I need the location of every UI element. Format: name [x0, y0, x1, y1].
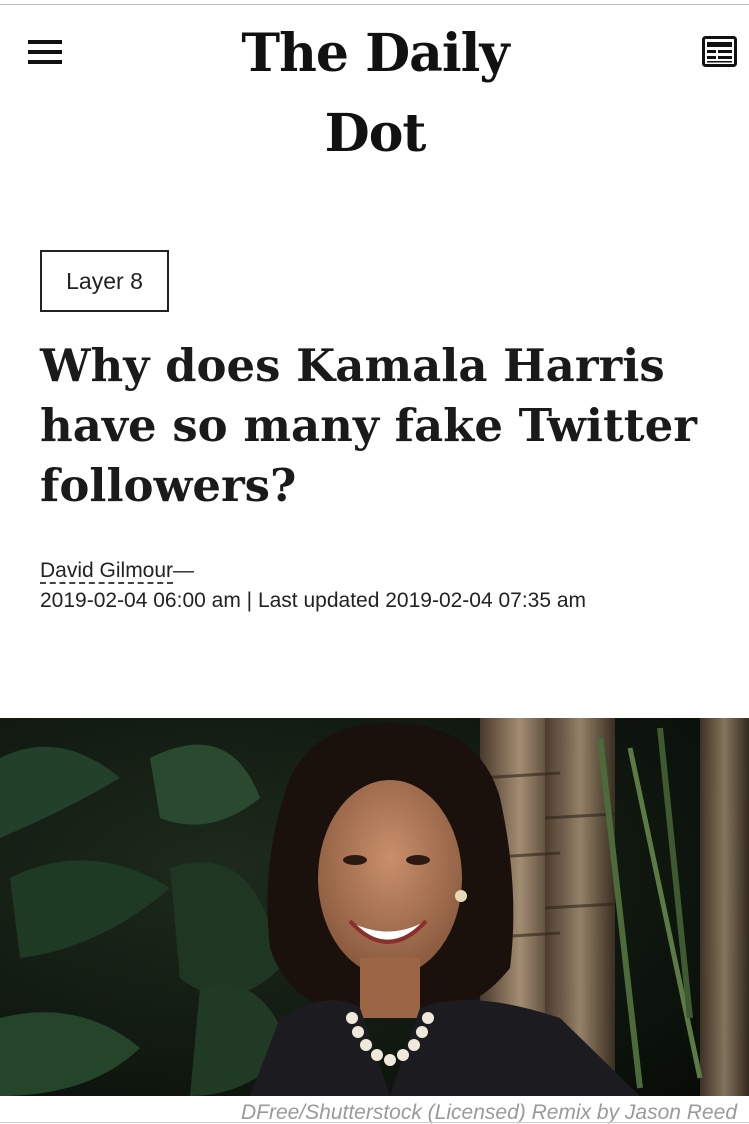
author-line: David Gilmour—: [40, 556, 730, 586]
site-logo[interactable]: The Daily Dot: [190, 14, 560, 164]
article-page: The Daily Dot Layer 8 Why does Kamala Ha…: [0, 0, 749, 1124]
section-tag[interactable]: Layer 8: [40, 250, 169, 312]
author-separator: —: [173, 559, 195, 582]
newspaper-sections-icon[interactable]: [702, 36, 737, 67]
hero-image[interactable]: [0, 718, 749, 1096]
site-header: The Daily Dot: [0, 0, 749, 164]
bottom-divider: [0, 1122, 749, 1123]
byline: David Gilmour— 2019-02-04 06:00 am | Las…: [40, 556, 730, 616]
updated-date: 2019-02-04 07:35 am: [385, 589, 587, 612]
hero-photo-illustration: [0, 718, 749, 1096]
author-link[interactable]: David Gilmour: [40, 559, 174, 584]
published-date: 2019-02-04 06:00 am: [40, 589, 241, 612]
date-line: 2019-02-04 06:00 am | Last updated 2019-…: [40, 586, 730, 616]
updated-label: | Last updated: [246, 589, 380, 612]
image-caption: DFree/Shutterstock (Licensed) Remix by J…: [240, 1101, 737, 1124]
hamburger-menu-icon[interactable]: [28, 40, 64, 66]
article-headline: Why does Kamala Harris have so many fake…: [40, 339, 697, 512]
